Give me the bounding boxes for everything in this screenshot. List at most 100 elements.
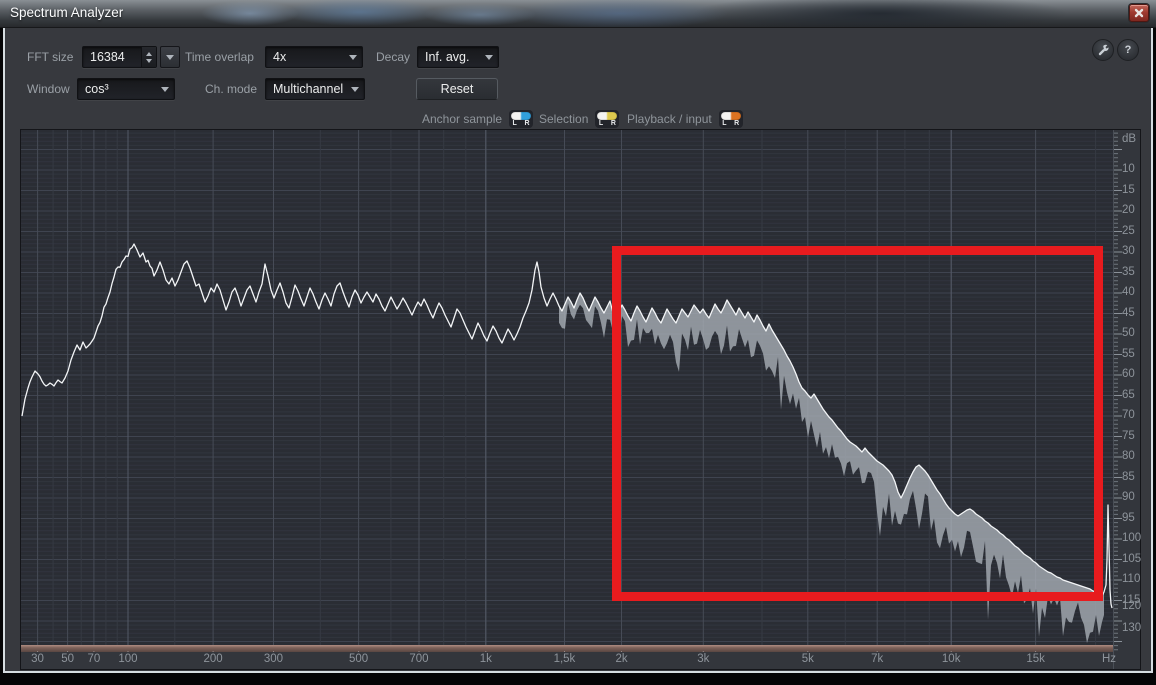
frequency-tick-label: 15k	[1026, 653, 1045, 665]
db-tick-label: 75	[1122, 430, 1135, 442]
db-tick-label: 120	[1122, 600, 1141, 612]
db-tick-label: 100	[1122, 532, 1141, 544]
frequency-axis: 30 50 70 100 200 300 500 700 1k 1,5k 2k 3k 5k 7k 10k 15…	[21, 652, 1113, 669]
playback-input-label: Playback / input	[627, 112, 712, 126]
reset-button[interactable]: Reset	[416, 78, 498, 100]
db-axis: dB 10 15 20 25 30 35 40 45 50 55 60 65 70 75 80 85 90 95 10…	[1113, 130, 1140, 669]
chevron-down-icon	[349, 55, 357, 60]
window-title-bar[interactable]: Spectrum Analyzer	[0, 0, 1156, 28]
db-tick-label: 45	[1122, 307, 1135, 319]
frequency-tick-label: 10k	[942, 653, 961, 665]
anchor-sample-toggle[interactable]: Anchor sample L R	[422, 110, 533, 128]
lr-channel-pill[interactable]: L R	[595, 110, 619, 128]
db-tick-label: 30	[1122, 245, 1135, 257]
db-tick-label: 55	[1122, 348, 1135, 360]
chevron-down-icon	[351, 87, 359, 92]
ch-mode-value: Multichannel	[273, 82, 346, 96]
db-tick-label: 90	[1122, 491, 1135, 503]
db-tick-label: 60	[1122, 368, 1135, 380]
lr-channel-pill[interactable]: L R	[719, 110, 743, 128]
channel-color-pill-icon	[721, 112, 741, 120]
channel-r-label: R	[734, 121, 739, 127]
channel-l-label: L	[722, 121, 726, 127]
db-tick-label: 80	[1122, 450, 1135, 462]
spinner-up-icon	[146, 52, 152, 56]
close-button[interactable]	[1129, 4, 1149, 22]
fft-size-input[interactable]: 16384	[82, 46, 157, 68]
frequency-tick-label: 700	[409, 653, 428, 665]
decay-value: Inf. avg.	[425, 50, 480, 64]
help-button[interactable]: ?	[1117, 39, 1139, 61]
db-tick-label: 20	[1122, 204, 1135, 216]
spinner-down-icon	[146, 59, 152, 63]
chevron-down-icon	[485, 55, 493, 60]
frequency-tick-label: 1,5k	[554, 653, 576, 665]
frequency-tick-label: 500	[349, 653, 368, 665]
fft-size-label: FFT size	[27, 50, 73, 64]
selection-toggle[interactable]: Selection L R	[539, 110, 619, 128]
ch-mode-label: Ch. mode	[205, 82, 257, 96]
help-icon: ?	[1125, 44, 1132, 56]
frequency-tick-label: 2k	[615, 653, 627, 665]
channel-color-pill-icon	[597, 112, 617, 120]
anchor-sample-label: Anchor sample	[422, 112, 502, 126]
db-tick-label: 10	[1122, 163, 1135, 175]
db-tick-label: 70	[1122, 409, 1135, 421]
settings-button[interactable]	[1092, 39, 1114, 61]
frequency-unit-label: Hz	[1102, 653, 1116, 665]
fft-size-stepper[interactable]	[141, 47, 156, 67]
time-overlap-label: Time overlap	[185, 50, 254, 64]
frequency-tick-label: 200	[203, 653, 222, 665]
close-icon	[1134, 8, 1144, 18]
frequency-tick-label: 50	[61, 653, 74, 665]
db-tick-label: 40	[1122, 286, 1135, 298]
db-tick-label: 105	[1122, 553, 1141, 565]
reset-button-label: Reset	[441, 82, 474, 96]
time-overlap-value: 4x	[273, 50, 344, 64]
db-tick-label: 130	[1122, 622, 1141, 634]
db-tick-label: 35	[1122, 266, 1135, 278]
fft-size-value: 16384	[90, 50, 141, 64]
screen: Spectrum Analyzer FFT size 16384 Time ov…	[0, 0, 1156, 685]
db-tick-label: 95	[1122, 512, 1135, 524]
time-overlap-select[interactable]: 4x	[265, 46, 363, 68]
window-fn-select[interactable]: cos³	[77, 78, 175, 100]
spectrum-plot[interactable]	[21, 130, 1113, 645]
frequency-tick-label: 5k	[802, 653, 814, 665]
frequency-tick-label: 100	[118, 653, 137, 665]
decay-select[interactable]: Inf. avg.	[417, 46, 499, 68]
spectrum-chart-panel: dB 10 15 20 25 30 35 40 45 50 55 60 65 70 75 80 85 90 95 10…	[20, 129, 1141, 670]
lr-channel-pill[interactable]: L R	[509, 110, 533, 128]
decay-label: Decay	[376, 50, 410, 64]
channel-l-label: L	[513, 121, 517, 127]
wrench-icon	[1096, 43, 1110, 57]
channel-color-pill-icon	[511, 112, 531, 120]
window-fn-value: cos³	[85, 82, 156, 96]
db-axis-header: dB	[1122, 133, 1136, 145]
window-fn-label: Window	[27, 82, 70, 96]
playback-input-toggle[interactable]: Playback / input L R	[627, 110, 743, 128]
channel-r-label: R	[524, 121, 529, 127]
fft-size-dropdown-button[interactable]	[160, 46, 180, 68]
selection-label: Selection	[539, 112, 588, 126]
frequency-tick-label: 70	[87, 653, 100, 665]
chevron-down-icon	[161, 87, 169, 92]
chevron-down-icon	[166, 55, 174, 60]
db-tick-label: 25	[1122, 225, 1135, 237]
frequency-scrollbar[interactable]	[21, 645, 1113, 652]
db-tick-label: 15	[1122, 184, 1135, 196]
db-tick-label: 110	[1122, 573, 1140, 585]
frequency-tick-label: 300	[264, 653, 283, 665]
db-tick-label: 85	[1122, 471, 1135, 483]
frequency-tick-label: 3k	[697, 653, 709, 665]
frequency-tick-label: 7k	[871, 653, 883, 665]
window-title: Spectrum Analyzer	[10, 5, 123, 20]
channel-r-label: R	[611, 121, 616, 127]
frequency-tick-label: 1k	[480, 653, 492, 665]
channel-l-label: L	[599, 121, 603, 127]
db-tick-label: 50	[1122, 327, 1135, 339]
plugin-window-body: FFT size 16384 Time overlap 4x Decay Inf…	[3, 28, 1153, 673]
ch-mode-select[interactable]: Multichannel	[265, 78, 365, 100]
frequency-tick-label: 30	[31, 653, 44, 665]
db-tick-label: 65	[1122, 389, 1135, 401]
